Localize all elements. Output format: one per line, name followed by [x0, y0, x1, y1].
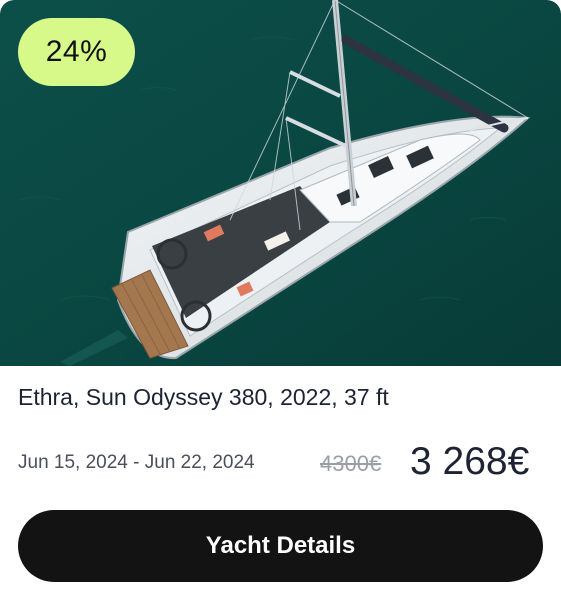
- new-price: 3 268€: [410, 440, 530, 483]
- discount-badge: 24%: [18, 18, 135, 86]
- yacht-details-button[interactable]: Yacht Details: [18, 510, 543, 582]
- old-price: 4300€: [320, 451, 382, 476]
- yacht-photo[interactable]: 24%: [0, 0, 561, 366]
- yacht-card: 24% Ethra, Sun Odyssey 380, 2022, 37 ft …: [0, 0, 561, 600]
- yacht-title: Ethra, Sun Odyssey 380, 2022, 37 ft: [18, 384, 389, 410]
- charter-dates: Jun 15, 2024 - Jun 22, 2024: [18, 452, 255, 473]
